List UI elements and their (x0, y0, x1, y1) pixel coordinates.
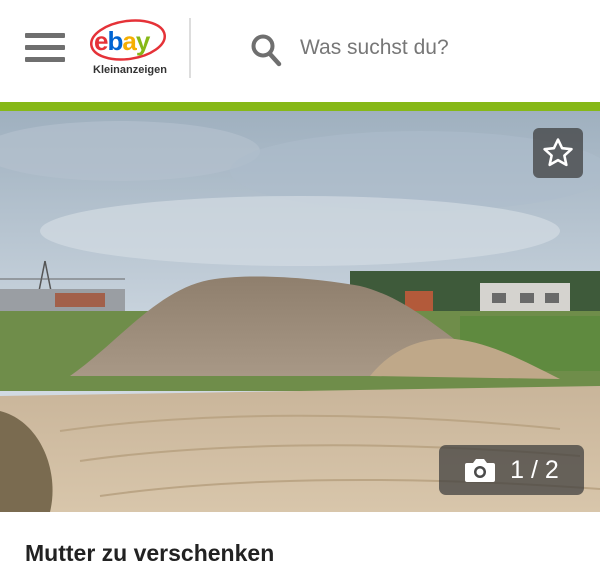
camera-icon (465, 459, 496, 482)
search-icon[interactable] (250, 33, 282, 67)
ebay-kleinanzeigen-logo[interactable]: ebay Kleinanzeigen (88, 18, 168, 82)
listing-title: Mutter zu verschenken (25, 540, 275, 566)
favorite-button[interactable] (533, 128, 583, 178)
search-input[interactable] (300, 30, 570, 66)
listing-photo[interactable]: 1 / 2 (0, 111, 600, 512)
accent-bar (0, 102, 600, 111)
star-icon (543, 138, 573, 167)
logo-subtitle: Kleinanzeigen (93, 64, 167, 76)
hamburger-menu-icon[interactable] (25, 33, 65, 63)
image-counter-text: 1 / 2 (510, 455, 559, 484)
header-divider (189, 18, 191, 78)
logo-wordmark: ebay (94, 26, 150, 56)
image-counter[interactable]: 1 / 2 (439, 445, 584, 495)
header: ebay Kleinanzeigen (0, 0, 600, 100)
